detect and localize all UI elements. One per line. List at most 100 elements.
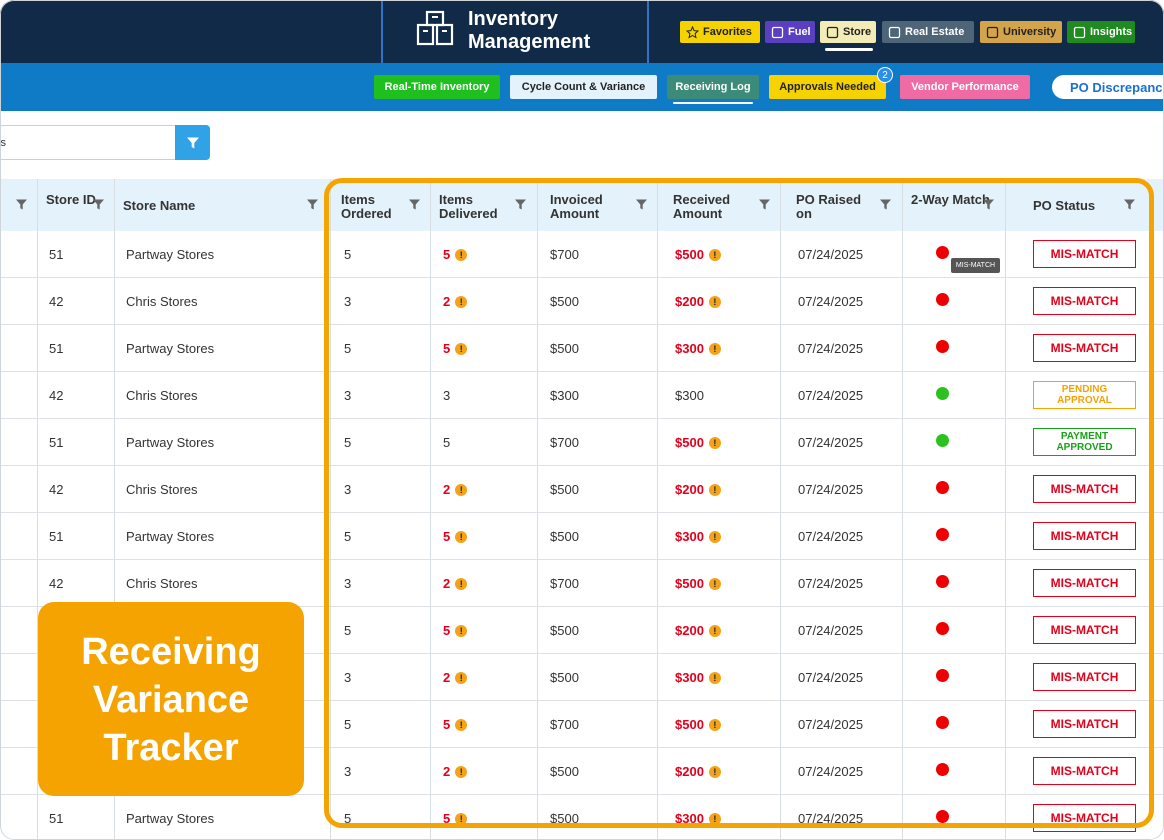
items-delivered-cell-value: 5 [443, 247, 451, 262]
received-amount-cell-value: $300 [675, 341, 704, 356]
module-favorites[interactable]: Favorites [680, 21, 760, 43]
warning-icon: ! [455, 719, 468, 731]
warning-icon: ! [708, 766, 721, 778]
column-filter-icon[interactable] [514, 198, 527, 211]
module-real-estate[interactable]: Real Estate [882, 21, 974, 43]
module-label: Real Estate [905, 26, 965, 38]
column-header-label: Invoiced Amount [550, 192, 603, 221]
module-university[interactable]: University [980, 21, 1062, 43]
column-header-invoiced-amount: Invoiced Amount [537, 179, 657, 231]
po-raised-cell: 07/24/2025 [798, 482, 863, 498]
warning-icon: ! [708, 672, 721, 684]
items-ordered-cell: 3 [344, 388, 351, 404]
tab-approvals-needed[interactable]: Approvals Needed [769, 75, 886, 99]
tab-po-discrepanci[interactable]: PO Discrepanci [1052, 75, 1164, 99]
invoiced-amount-cell-value: $500 [550, 341, 579, 356]
warning-icon: ! [708, 531, 721, 543]
invoiced-amount-cell-value: $500 [550, 623, 579, 638]
po-status-badge: MIS-MATCH [1033, 757, 1136, 785]
invoiced-amount-cell-value: $300 [550, 388, 579, 403]
po-status-badge: MIS-MATCH [1033, 616, 1136, 644]
po-raised-cell: 07/24/2025 [798, 717, 863, 733]
search-input[interactable] [0, 126, 171, 159]
column-filter-icon[interactable] [635, 198, 648, 211]
po-status-badge: MIS-MATCH [1033, 710, 1136, 738]
po-raised-cell: 07/24/2025 [798, 764, 863, 780]
po-raised-cell-value: 07/24/2025 [798, 388, 864, 403]
column-filter-icon[interactable] [92, 198, 105, 211]
store-name-cell: Partway Stores [126, 247, 214, 263]
items-ordered-cell-value: 3 [344, 482, 352, 497]
items-ordered-cell-value: 5 [344, 529, 352, 544]
table-row[interactable]: 42 Chris Stores 3 2! $500 $200! 07/24/2025 MIS-… [0, 466, 1164, 513]
store-id-cell: 51 [49, 529, 63, 545]
po-raised-cell-value: 07/24/2025 [798, 247, 864, 262]
column-filter-icon[interactable] [306, 198, 319, 211]
received-amount-cell: $300! [675, 529, 721, 545]
invoiced-amount-cell: $500 [550, 811, 579, 827]
column-filter-icon[interactable] [982, 198, 995, 211]
po-raised-cell-value: 07/24/2025 [798, 764, 864, 779]
table-row[interactable]: 42 Chris Stores 3 2! $500 $200! 07/24/2025 MIS-… [0, 278, 1164, 325]
items-delivered-cell-value: 2 [443, 482, 451, 497]
po-status-badge: MIS-MATCH [1033, 240, 1136, 268]
store-name-cell-value: Partway Stores [126, 247, 215, 262]
items-delivered-cell: 2! [443, 764, 468, 780]
items-ordered-cell: 5 [344, 341, 351, 357]
module-label: University [1003, 26, 1057, 38]
po-status-badge: MIS-MATCH [1033, 663, 1136, 691]
store-id-cell-value: 42 [49, 294, 64, 309]
app-brand: Inventory Management [381, 0, 649, 63]
table-row[interactable]: 51 Partway Stores 5 5! $500 $300! 07/24/2025 MI… [0, 325, 1164, 372]
invoiced-amount-cell: $700 [550, 247, 579, 263]
store-name-cell-value: Chris Stores [126, 576, 198, 591]
received-amount-cell-value: $300 [675, 388, 704, 403]
column-header-label: PO Raised on [796, 192, 862, 221]
tab-receiving-log[interactable]: Receiving Log [667, 75, 759, 99]
table-row[interactable]: 42 Chris Stores 3 3 $300 $300 07/24/2025 PENDIN… [0, 372, 1164, 419]
po-status-badge: MIS-MATCH [1033, 287, 1136, 315]
column-filter-icon[interactable] [15, 198, 28, 211]
po-raised-cell: 07/24/2025 [798, 670, 863, 686]
table-row[interactable]: 51 Partway Stores 5 5 $700 $500! 07/24/2025 PAY… [0, 419, 1164, 466]
table-row[interactable]: 42 Chris Stores 3 2! $700 $500! 07/24/2025 MIS-… [0, 560, 1164, 607]
column-filter-icon[interactable] [879, 198, 892, 211]
po-status-badge: PAYMENT APPROVED [1033, 428, 1136, 456]
warning-icon: ! [708, 437, 721, 449]
filter-button[interactable] [175, 125, 210, 160]
module-store[interactable]: Store [820, 21, 876, 43]
items-ordered-cell-value: 5 [344, 435, 352, 450]
tab-cycle-count-variance[interactable]: Cycle Count & Variance [510, 75, 657, 99]
table-row[interactable]: 51 Partway Stores 5 5! $500 $300! 07/24/2025 MI… [0, 795, 1164, 840]
match-indicator-green [936, 434, 949, 447]
callout-text: Receiving Variance Tracker [81, 631, 261, 769]
store-name-cell-value: Partway Stores [126, 435, 215, 450]
tab-real-time-inventory[interactable]: Real-Time Inventory [374, 75, 500, 99]
search-box[interactable] [0, 125, 176, 160]
column-filter-icon[interactable] [408, 198, 421, 211]
module-fuel[interactable]: Fuel [765, 21, 815, 43]
tab-vendor-performance[interactable]: Vendor Performance [900, 75, 1030, 99]
match-indicator-red [936, 716, 949, 729]
invoiced-amount-cell: $500 [550, 529, 579, 545]
po-raised-cell: 07/24/2025 [798, 811, 863, 827]
table-row[interactable]: 51 Partway Stores 5 5! $500 $300! 07/24/2025 MI… [0, 513, 1164, 560]
items-ordered-cell-value: 5 [344, 247, 352, 262]
items-delivered-cell-value: 5 [443, 435, 451, 450]
items-ordered-cell-value: 3 [344, 294, 352, 309]
module-insights[interactable]: Insights [1067, 21, 1135, 43]
column-header-items-delivered: Items Delivered [430, 179, 537, 231]
bar-chart-icon [1073, 26, 1086, 39]
items-delivered-cell-value: 5 [443, 717, 451, 732]
received-amount-cell-value: $200 [675, 623, 704, 638]
column-filter-icon[interactable] [758, 198, 771, 211]
received-amount-cell-value: $300 [675, 529, 704, 544]
module-label: Fuel [788, 26, 811, 38]
items-delivered-cell: 2! [443, 670, 468, 686]
received-amount-cell: $500! [675, 247, 721, 263]
column-filter-icon[interactable] [1123, 198, 1136, 211]
column-header-store-id: Store ID [37, 179, 114, 231]
items-ordered-cell-value: 3 [344, 764, 352, 779]
po-raised-cell-value: 07/24/2025 [798, 435, 864, 450]
items-ordered-cell-value: 3 [344, 388, 352, 403]
